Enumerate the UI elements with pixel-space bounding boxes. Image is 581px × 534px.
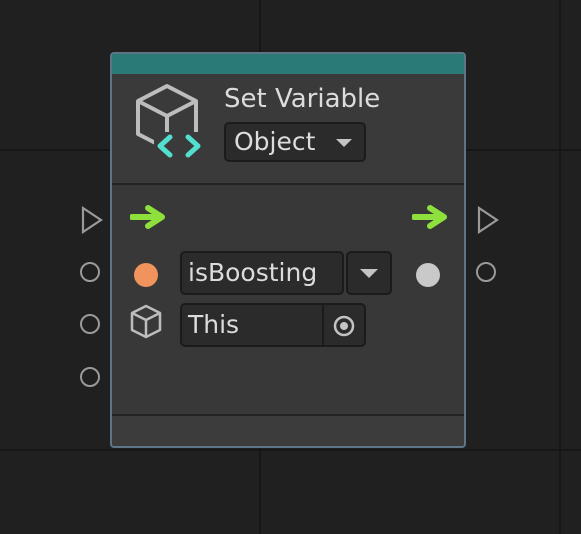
variable-name-field[interactable]: isBoosting xyxy=(180,251,344,295)
object-picker-divider xyxy=(322,305,324,345)
left-control-port-triangle-icon[interactable] xyxy=(80,206,104,234)
node-header[interactable]: Set Variable Object xyxy=(112,74,464,185)
target-object-value: This xyxy=(188,310,240,339)
node-body: isBoosting This xyxy=(112,185,464,443)
left-port-name[interactable] xyxy=(80,262,100,282)
value-output-port-dot[interactable] xyxy=(416,263,440,287)
set-variable-node[interactable]: Set Variable Object isBoosting This xyxy=(110,52,466,448)
left-port-target[interactable] xyxy=(80,314,100,334)
right-port-value[interactable] xyxy=(476,262,496,282)
left-port-value[interactable] xyxy=(80,367,100,387)
node-footer xyxy=(112,414,464,446)
variable-cube-icon xyxy=(136,84,204,160)
target-object-field[interactable]: This xyxy=(180,303,366,347)
control-output-arrow-icon[interactable] xyxy=(412,205,448,229)
target-icon[interactable] xyxy=(332,314,356,338)
variable-name-value: isBoosting xyxy=(188,258,318,287)
dropdown-arrow-icon xyxy=(336,139,352,147)
variable-name-dropdown-button[interactable] xyxy=(346,251,392,295)
name-input-port-dot[interactable] xyxy=(134,263,158,287)
node-header-accent xyxy=(112,54,464,74)
dropdown-arrow-icon xyxy=(360,269,378,278)
variable-kind-value: Object xyxy=(234,127,316,156)
control-input-arrow-icon[interactable] xyxy=(130,205,166,229)
variable-kind-dropdown[interactable]: Object xyxy=(224,122,366,162)
node-title: Set Variable xyxy=(224,84,381,114)
right-control-port-triangle-icon[interactable] xyxy=(476,206,500,234)
cube-icon xyxy=(130,304,162,339)
